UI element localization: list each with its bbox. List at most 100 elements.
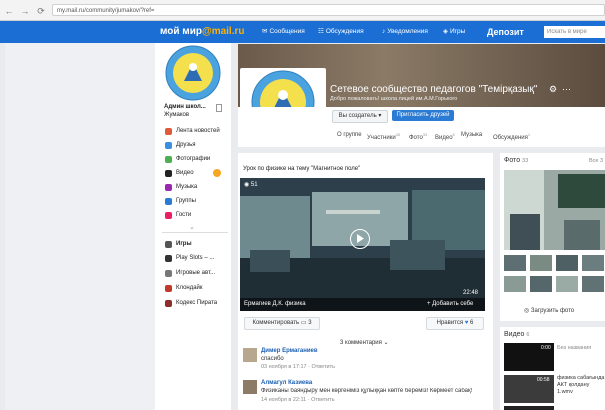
slots-icon: [165, 254, 172, 262]
groups-icon: [165, 197, 172, 205]
forward-arrow-icon[interactable]: →: [20, 6, 30, 16]
nav-messages[interactable]: ✉ Сообщения: [262, 27, 305, 37]
slot-machine-icon: [165, 269, 172, 277]
photo-thumbnail[interactable]: [582, 255, 604, 271]
back-arrow-icon[interactable]: ←: [4, 6, 14, 16]
news-icon: [165, 127, 172, 135]
video-title[interactable]: физика сабағында АКТ қолдану 1.wmv: [557, 375, 605, 396]
photo-icon: [165, 155, 172, 163]
videos-title[interactable]: Видео 6: [504, 331, 529, 338]
admin-name[interactable]: Админ школ...: [164, 104, 206, 110]
admin-surname: Жумаков: [164, 112, 190, 118]
sidebar-item-news[interactable]: Лента новостей: [165, 125, 220, 137]
admin-avatar[interactable]: [160, 45, 226, 101]
video-duration: 22:48: [463, 290, 479, 296]
chevron-down-icon[interactable]: ⌄: [189, 223, 195, 231]
heart-icon: ♥: [464, 320, 469, 326]
sidebar-item-friends[interactable]: Друзья: [165, 139, 195, 151]
chat-icon: ✉: [262, 28, 268, 35]
sidebar-game-slot-machines[interactable]: Игровые авт...: [165, 267, 215, 279]
top-bar: мой мир@mail.ru ✉ Сообщения ☷ Обсуждения ♪…: [0, 21, 605, 43]
gamepad-icon: [165, 240, 172, 248]
avatar[interactable]: [243, 348, 257, 362]
sidebar-game-play-slots[interactable]: Play Slots – ...: [165, 252, 214, 264]
comment-author[interactable]: Димер Ермаганиев: [261, 348, 318, 354]
more-dots-icon[interactable]: ⋯: [562, 84, 571, 95]
nav-notifications[interactable]: ♪ Уведомления: [382, 27, 428, 37]
comment-button[interactable]: Комментировать ▭ 3: [244, 317, 320, 330]
sidebar-item-guests[interactable]: Гости: [165, 209, 191, 221]
nav-games[interactable]: ◈ Игры: [443, 27, 465, 37]
video-thumb-duration: 0:00: [541, 345, 551, 351]
photo-thumbnail[interactable]: [504, 255, 526, 271]
tab-discussions[interactable]: Обсуждения1: [493, 132, 530, 141]
tab-video[interactable]: Видео6: [435, 132, 455, 141]
browser-toolbar: ← → ⟳ my.mail.ru/community/jumakov/?ref=: [0, 0, 605, 21]
video-badge-icon: [213, 169, 221, 177]
comment-text: спасибо: [261, 356, 284, 362]
group-title: Сетевое сообщество педагогов "Темірқазық…: [330, 84, 538, 95]
video-thumbnail[interactable]: [504, 406, 554, 410]
comments-toggle[interactable]: 3 комментария ⌄: [340, 339, 389, 346]
photo-thumbnail[interactable]: [582, 276, 604, 292]
photo-thumbnail[interactable]: [530, 255, 552, 271]
video-thumb-duration: 00:58: [537, 377, 550, 383]
photos-all-link[interactable]: Все 3: [589, 158, 603, 164]
photo-thumbnail[interactable]: [504, 276, 526, 292]
site-logo[interactable]: мой мир@mail.ru: [160, 25, 245, 39]
comment-author[interactable]: Алмагул Казиева: [261, 380, 312, 386]
sidebar-games-title[interactable]: Игры: [165, 238, 192, 250]
comment-text: Физиканы баяндыру мен көргеніміз құлыққа…: [261, 388, 473, 394]
page-gutter: [5, 43, 155, 410]
bell-icon: ♪: [382, 28, 386, 35]
sidebar-item-photos[interactable]: Фотографии: [165, 153, 210, 165]
tab-music[interactable]: Музыка: [461, 132, 482, 138]
photos-title[interactable]: Фото 33: [504, 157, 528, 164]
like-button[interactable]: Нравится ♥ 6: [426, 317, 484, 330]
invite-friends-button[interactable]: Пригласить друзей: [392, 110, 454, 121]
featured-photo[interactable]: [504, 170, 605, 250]
video-author-tag[interactable]: Ермагиев Д.К. физика: [244, 301, 306, 307]
group-subtitle: Добро пожаловать! школа лицей им.А.М.Гор…: [330, 96, 458, 102]
gear-icon[interactable]: ⚙: [549, 84, 557, 95]
video-title[interactable]: Без названия: [557, 345, 591, 351]
tab-photos[interactable]: Фото33: [409, 132, 427, 141]
edit-icon[interactable]: [216, 104, 222, 112]
reload-icon[interactable]: ⟳: [36, 6, 46, 16]
pirate-icon: [165, 299, 172, 307]
post-caption: Урок по физике на тему "Магнитное поле": [243, 166, 361, 172]
reply-link[interactable]: Ответить: [311, 364, 335, 370]
creator-status-button[interactable]: Вы создатель ▾: [332, 110, 388, 123]
photo-thumbnail[interactable]: [530, 276, 552, 292]
sidebar-divider: [162, 232, 228, 233]
video-icon: [165, 169, 172, 177]
sidebar-item-video[interactable]: Видео: [165, 167, 194, 179]
tab-about[interactable]: О группе: [337, 132, 362, 138]
play-icon[interactable]: [350, 229, 370, 249]
sidebar-game-pirate[interactable]: Кодекс Пирата: [165, 297, 217, 309]
cards-icon: [165, 284, 172, 292]
upload-photo-button[interactable]: ◎ Загрузить фото: [524, 307, 574, 314]
reply-link[interactable]: Ответить: [311, 397, 335, 403]
comment-meta: 14 ноября в 22:11 · Ответить: [261, 397, 335, 403]
add-to-self-button[interactable]: + Добавить себе: [427, 301, 473, 307]
friends-icon: [165, 141, 172, 149]
sidebar-item-music[interactable]: Музыка: [165, 181, 197, 193]
search-input[interactable]: [544, 26, 605, 38]
camera-icon: ◎: [524, 308, 530, 314]
nav-discussions[interactable]: ☷ Обсуждения: [318, 27, 364, 37]
comment-meta: 03 ноября в 17:17 · Ответить: [261, 364, 335, 370]
discussion-icon: ☷: [318, 28, 324, 35]
guests-icon: [165, 211, 172, 219]
photo-thumbnail[interactable]: [556, 276, 578, 292]
comment-icon: ▭: [300, 320, 307, 326]
sidebar-item-groups[interactable]: Группы: [165, 195, 196, 207]
address-bar[interactable]: my.mail.ru/community/jumakov/?ref=: [52, 4, 605, 16]
tab-members[interactable]: Участники45: [367, 132, 400, 141]
photo-thumbnail[interactable]: [556, 255, 578, 271]
music-icon: [165, 183, 172, 191]
deposit-link[interactable]: Депозит: [487, 25, 524, 39]
gamepad-icon: ◈: [443, 28, 448, 35]
avatar[interactable]: [243, 380, 257, 394]
sidebar-game-klondike[interactable]: Клондайк: [165, 282, 203, 294]
